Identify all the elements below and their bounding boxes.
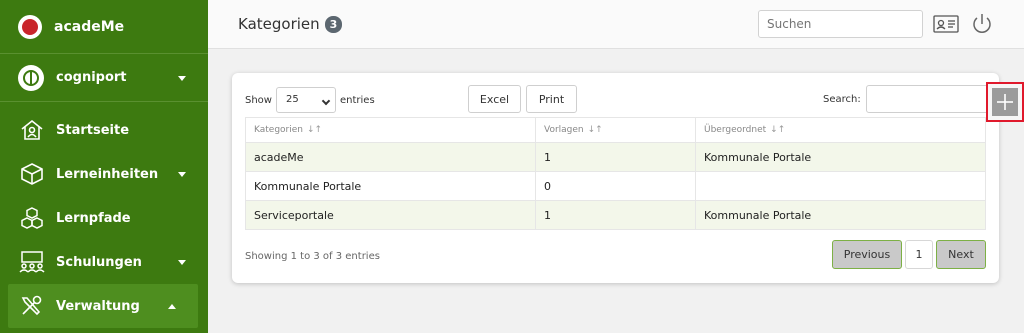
next-button[interactable]: Next [936, 240, 986, 269]
cube-icon [18, 161, 46, 187]
table-row[interactable]: acadeMe 1 Kommunale Portale [245, 142, 986, 172]
show-label: Show [245, 94, 272, 106]
sidebar-item-label: Lerneinheiten [56, 166, 159, 182]
table-row[interactable]: Kommunale Portale 0 [245, 171, 986, 201]
sidebar-item-lerneinheiten[interactable]: Lerneinheiten [0, 152, 208, 196]
global-search-input[interactable] [758, 10, 923, 38]
page-length-select[interactable]: 25 [275, 87, 336, 113]
print-button[interactable]: Print [526, 85, 577, 113]
entries-label: entries [339, 94, 375, 106]
table-cell: Kommunale Portale [695, 142, 986, 172]
table-cell: 0 [535, 171, 696, 201]
page-length-value: 25 [285, 94, 299, 105]
sidebar-item-lernpfade[interactable]: Lernpfade [0, 196, 208, 240]
puzzle-icon [18, 64, 44, 91]
table-search: Search: [823, 85, 989, 113]
sidebar-item-verwaltung[interactable]: Verwaltung [8, 284, 198, 328]
table-header-row: Kategorien ↓↑ Vorlagen ↓↑ Übergeordnet ↓↑ [245, 117, 986, 143]
column-header-kategorien[interactable]: Kategorien ↓↑ [245, 117, 536, 143]
cubes-icon [18, 205, 46, 231]
home-icon [18, 117, 46, 143]
chevron-up-icon [168, 304, 176, 309]
org-switcher[interactable]: cogniport [0, 54, 208, 102]
categories-table: Kategorien ↓↑ Vorlagen ↓↑ Übergeordnet ↓↑ a… [245, 117, 986, 230]
page-number-button[interactable]: 1 [905, 240, 933, 269]
table-cell [695, 171, 986, 201]
chevron-down-icon [321, 96, 331, 106]
table-cell: 1 [535, 200, 696, 230]
sort-icon: ↓↑ [587, 125, 603, 135]
app-name: acadeMe [54, 18, 125, 35]
org-name: cogniport [56, 70, 127, 85]
previous-button[interactable]: Previous [832, 240, 902, 269]
topbar: Kategorien 3 [208, 0, 1024, 49]
column-header-vorlagen[interactable]: Vorlagen ↓↑ [535, 117, 696, 143]
excel-button[interactable]: Excel [468, 85, 521, 113]
sidebar-item-label: Lernpfade [56, 210, 131, 226]
sidebar-item-startseite[interactable]: Startseite [0, 108, 208, 152]
chevron-down-icon [178, 260, 186, 265]
page-title: Kategorien 3 [238, 15, 343, 33]
page-title-text: Kategorien [238, 15, 320, 33]
table-cell: 1 [535, 142, 696, 172]
table-cell: Serviceportale [245, 200, 536, 230]
sidebar-item-label: Startseite [56, 122, 130, 138]
id-card-icon[interactable] [933, 14, 959, 34]
chevron-down-icon [178, 172, 186, 177]
add-category-button[interactable] [986, 82, 1024, 122]
sidebar-item-schulungen[interactable]: Schulungen [0, 240, 208, 284]
column-header-uebergeordnet[interactable]: Übergeordnet ↓↑ [695, 117, 986, 143]
sidebar: acadeMe cogniport Startseite Lerneinheit… [0, 0, 208, 333]
sort-icon: ↓↑ [307, 125, 323, 135]
table-search-input[interactable] [865, 85, 989, 113]
table-info: Showing 1 to 3 of 3 entries [245, 251, 380, 262]
brand[interactable]: acadeMe [0, 0, 208, 54]
sort-icon: ↓↑ [770, 125, 786, 135]
sidebar-item-label: Verwaltung [56, 298, 140, 314]
categories-card: Show 25 entries Excel Print Search: Kate… [232, 73, 999, 283]
page-length-control: Show 25 entries [245, 87, 375, 113]
power-icon[interactable] [971, 12, 993, 36]
table-cell: acadeMe [245, 142, 536, 172]
group-icon [18, 249, 46, 275]
table-row[interactable]: Serviceportale 1 Kommunale Portale [245, 200, 986, 230]
table-cell: Kommunale Portale [245, 171, 536, 201]
chevron-down-icon [178, 75, 186, 81]
plus-icon [992, 88, 1018, 116]
search-label: Search: [823, 93, 861, 105]
table-cell: Kommunale Portale [695, 200, 986, 230]
tools-icon [18, 293, 46, 319]
sidebar-item-label: Schulungen [56, 254, 142, 270]
lightbulb-icon [18, 14, 42, 39]
count-badge: 3 [324, 15, 343, 33]
